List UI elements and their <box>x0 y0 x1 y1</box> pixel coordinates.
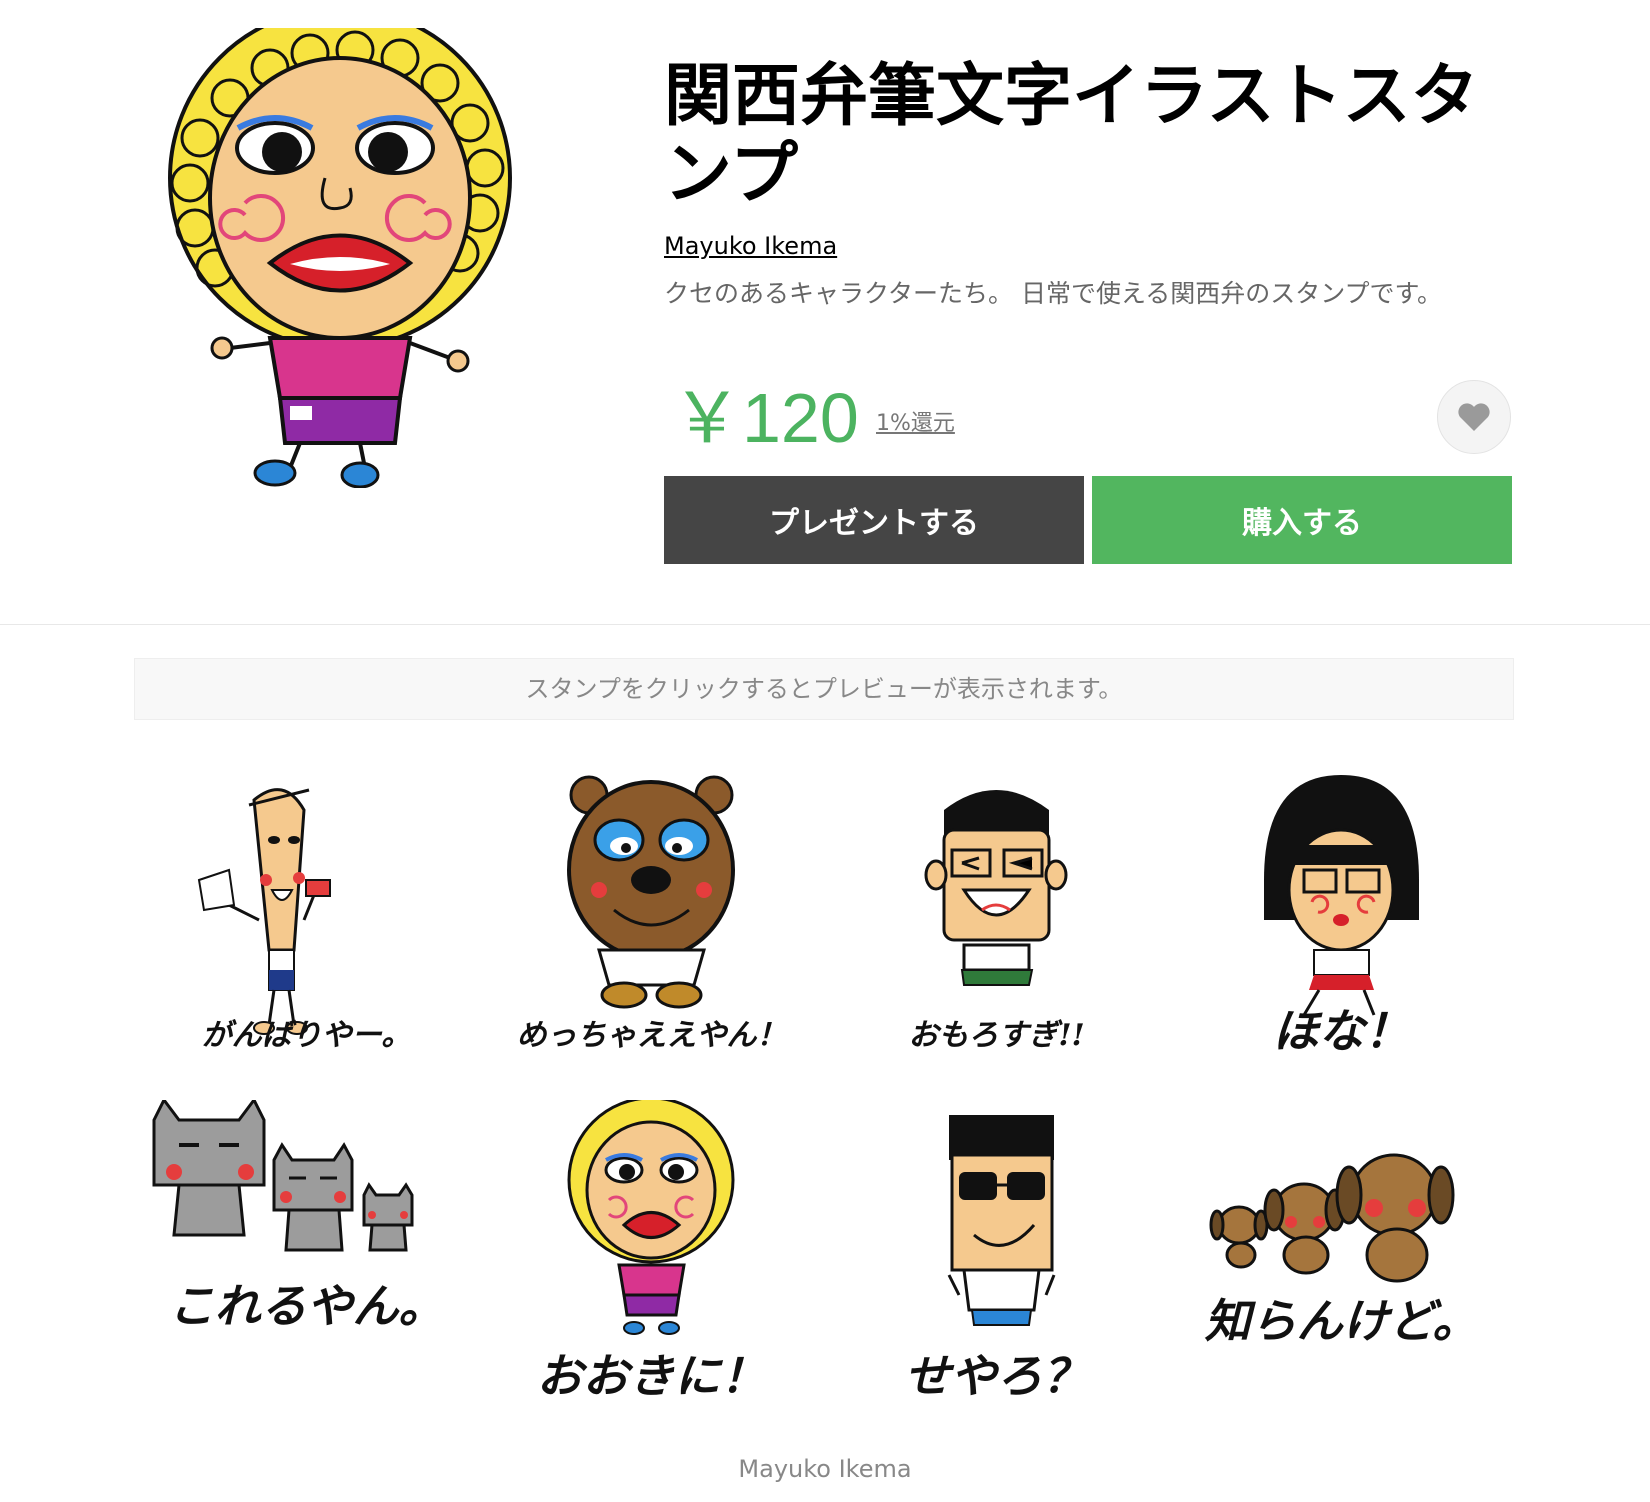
price: ￥120 <box>672 379 859 457</box>
sticker-curly-lady-image <box>567 1100 735 1335</box>
sticker-grey-cats-image <box>152 1100 414 1252</box>
sticker-item[interactable]: おおきに！ <box>479 1100 824 1430</box>
sticker-item[interactable]: めっちゃええやん！ <box>479 770 824 1100</box>
sticker-caption: せやろ？ <box>904 1349 1089 1403</box>
sticker-tall-man-image <box>197 788 331 1035</box>
preview-notice: スタンプをクリックするとプレビューが表示されます。 <box>134 658 1514 720</box>
sticker-item[interactable]: がんばりやー。 <box>134 770 479 1100</box>
buy-button[interactable]: 購入する <box>1092 476 1512 564</box>
author-link[interactable]: Mayuko Ikema <box>664 232 837 260</box>
sticker-item[interactable]: せやろ？ <box>824 1100 1169 1430</box>
sticker-caption: ほな！ <box>1272 1004 1411 1058</box>
sticker-caption: 知らんけど。 <box>1204 1294 1479 1348</box>
sticker-caption: おもろすぎ!! <box>908 1018 1085 1053</box>
heart-icon <box>1458 403 1490 431</box>
sticker-item[interactable]: おもろすぎ!! <box>824 770 1169 1100</box>
present-button[interactable]: プレゼントする <box>664 476 1084 564</box>
sticker-caption: がんばりやー。 <box>201 1018 412 1053</box>
sticker-item[interactable]: ほな！ <box>1169 770 1514 1100</box>
footer-copyright: Mayuko Ikema <box>738 1455 912 1483</box>
sticker-item[interactable]: これるやん。 <box>134 1100 479 1430</box>
sticker-caption: これるやん。 <box>168 1279 445 1333</box>
point-return-link[interactable]: 1%還元 <box>876 405 955 437</box>
main-sticker-image <box>160 6 530 489</box>
sticker-glasses-man-image <box>924 790 1068 986</box>
section-divider <box>0 624 1650 625</box>
sticker-caption: おおきに！ <box>536 1349 767 1403</box>
product-description: クセのあるキャラクターたち。 日常で使える関西弁のスタンプです。 <box>664 279 1442 308</box>
sticker-sunglasses-man-image <box>947 1115 1056 1326</box>
sticker-caption: めっちゃええやん！ <box>516 1018 787 1053</box>
product-info: 関西弁筆文字イラストスタンプ Mayuko Ikema クセのあるキャラクターた… <box>664 57 1514 564</box>
action-buttons: プレゼントする 購入する <box>664 476 1514 564</box>
sticker-bear-image <box>567 775 735 1009</box>
price-row: ￥120 1%還元 <box>664 373 1514 463</box>
sticker-item[interactable]: 知らんけど。 <box>1169 1100 1514 1430</box>
favorite-button[interactable] <box>1437 380 1511 454</box>
product-title: 関西弁筆文字イラストスタンプ <box>664 57 1479 214</box>
